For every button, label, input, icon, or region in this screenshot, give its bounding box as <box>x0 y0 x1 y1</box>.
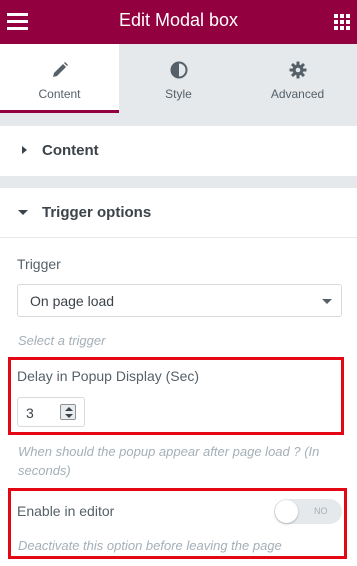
section-trigger-options-header[interactable]: Trigger options <box>0 188 357 238</box>
gear-icon <box>238 61 357 79</box>
trigger-select[interactable]: On page load <box>17 284 342 317</box>
tab-style-label: Style <box>165 87 192 101</box>
section-content-header[interactable]: Content <box>0 126 357 176</box>
delay-label: Delay in Popup Display (Sec) <box>17 368 200 384</box>
tab-advanced[interactable]: Advanced <box>238 44 357 113</box>
trigger-label: Trigger <box>17 256 61 272</box>
enable-in-editor-description: Deactivate this option before leaving th… <box>18 538 282 553</box>
toggle-knob <box>275 500 298 523</box>
caret-down-icon <box>18 210 28 215</box>
section-gap <box>0 176 357 188</box>
half-circle-icon <box>119 61 238 79</box>
enable-in-editor-toggle[interactable]: NO <box>274 499 342 524</box>
grid-icon[interactable] <box>334 14 350 30</box>
spin-down-arrow-icon <box>65 414 73 418</box>
tab-content-label: Content <box>38 87 81 101</box>
tab-bar: Content Style Advanced <box>0 44 357 113</box>
enable-in-editor-label: Enable in editor <box>17 503 115 519</box>
delay-number-input[interactable]: 3 <box>17 397 85 427</box>
panel-title: Edit Modal box <box>118 10 239 30</box>
tab-content[interactable]: Content <box>0 44 119 113</box>
caret-right-icon <box>22 146 27 154</box>
delay-description: When should the popup appear after page … <box>18 444 320 478</box>
pencil-icon <box>0 61 119 79</box>
spinner-icon[interactable] <box>60 404 76 420</box>
editor-header: Edit Modal box <box>0 0 357 44</box>
trigger-select-value: On page load <box>30 293 115 309</box>
section-trigger-options-title: Trigger options <box>42 204 152 221</box>
spin-up-arrow-icon <box>65 407 73 411</box>
chevron-down-icon <box>322 299 332 304</box>
delay-value: 3 <box>26 405 34 421</box>
tab-advanced-label: Advanced <box>270 87 325 101</box>
section-content-title: Content <box>42 142 99 159</box>
tab-style[interactable]: Style <box>119 44 238 113</box>
trigger-description: Select a trigger <box>18 333 106 348</box>
toggle-state-text: NO <box>314 506 328 516</box>
section-gap <box>0 113 357 126</box>
